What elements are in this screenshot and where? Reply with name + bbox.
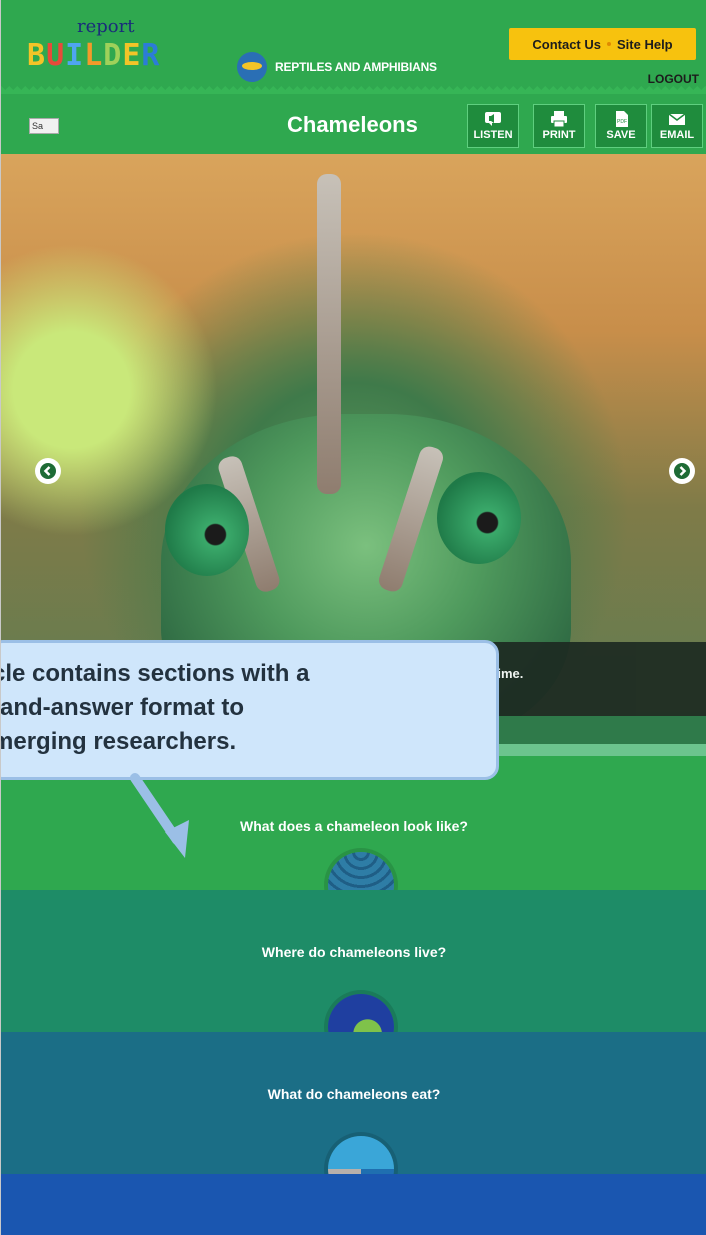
logo-big-text: BUILDER	[27, 38, 160, 73]
callout-line: merging researchers.	[0, 728, 237, 755]
save-button[interactable]: PDF SAVE	[595, 104, 647, 148]
callout-pointer-arrow	[130, 773, 189, 858]
section-where-live[interactable]: Where do chameleons live?	[1, 890, 706, 1060]
product-name: REPTILES AND AMPHIBIANS	[275, 60, 437, 74]
previous-image-button[interactable]	[35, 458, 61, 484]
product-branding[interactable]: REPTILES AND AMPHIBIANS	[237, 52, 437, 82]
next-image-button[interactable]	[669, 458, 695, 484]
lizard-icon	[237, 52, 267, 82]
save-label: SAVE	[606, 129, 636, 141]
callout-text: cle contains sections with a -and-answer…	[0, 657, 310, 759]
logo-letter: R	[141, 38, 161, 73]
logo-letter: L	[84, 38, 104, 73]
print-button[interactable]: PRINT	[533, 104, 585, 148]
tooltip-callout: cle contains sections with a -and-answer…	[0, 640, 499, 780]
logo-letter: D	[103, 38, 123, 73]
report-builder-logo[interactable]: report BUILDER	[27, 16, 207, 76]
saved-items-text: Sa	[32, 121, 44, 131]
section-next	[1, 1174, 706, 1235]
logo-letter: I	[65, 38, 85, 73]
chameleon-crest	[317, 174, 341, 494]
chameleon-eye-right	[437, 472, 521, 564]
arrow-left-icon	[40, 463, 56, 479]
listen-label: LISTEN	[473, 129, 513, 141]
speaker-icon	[485, 112, 501, 126]
pdf-icon: PDF	[616, 111, 628, 127]
printer-icon	[551, 111, 567, 127]
article-toolbar: Sa Chameleons LISTEN PRINT PDF SAVE EMAI…	[1, 94, 706, 154]
logo-letter: E	[122, 38, 142, 73]
section-what-eat[interactable]: What do chameleons eat?	[1, 1032, 706, 1202]
section-question[interactable]: Where do chameleons live?	[1, 944, 706, 960]
logo-letter: U	[46, 38, 66, 73]
section-question[interactable]: What do chameleons eat?	[1, 1086, 706, 1102]
saved-items-box[interactable]: Sa	[29, 118, 59, 134]
email-button[interactable]: EMAIL	[651, 104, 703, 148]
page: report BUILDER REPTILES AND AMPHIBIANS C…	[0, 0, 706, 1235]
callout-line: cle contains sections with a	[0, 660, 310, 687]
separator-dot	[607, 42, 611, 46]
svg-text:PDF: PDF	[617, 119, 627, 125]
print-label: PRINT	[542, 129, 576, 141]
logout-link[interactable]: LOGOUT	[648, 72, 699, 86]
email-label: EMAIL	[659, 129, 695, 141]
callout-line: -and-answer format to	[0, 694, 245, 721]
top-header: report BUILDER REPTILES AND AMPHIBIANS C…	[1, 0, 706, 94]
envelope-icon	[668, 113, 686, 125]
chameleon-eye-left	[165, 484, 249, 576]
contact-us-link[interactable]: Contact Us	[532, 37, 601, 52]
site-help-link[interactable]: Site Help	[617, 37, 673, 52]
header-zigzag-border	[1, 86, 706, 94]
page-title: Chameleons	[287, 112, 418, 137]
logo-small-text: report	[77, 16, 135, 37]
top-links: Contact Us Site Help	[509, 28, 696, 60]
arrow-right-icon	[674, 463, 690, 479]
logo-letter: B	[27, 38, 47, 73]
listen-button[interactable]: LISTEN	[467, 104, 519, 148]
section-question[interactable]: What does a chameleon look like?	[1, 818, 706, 834]
